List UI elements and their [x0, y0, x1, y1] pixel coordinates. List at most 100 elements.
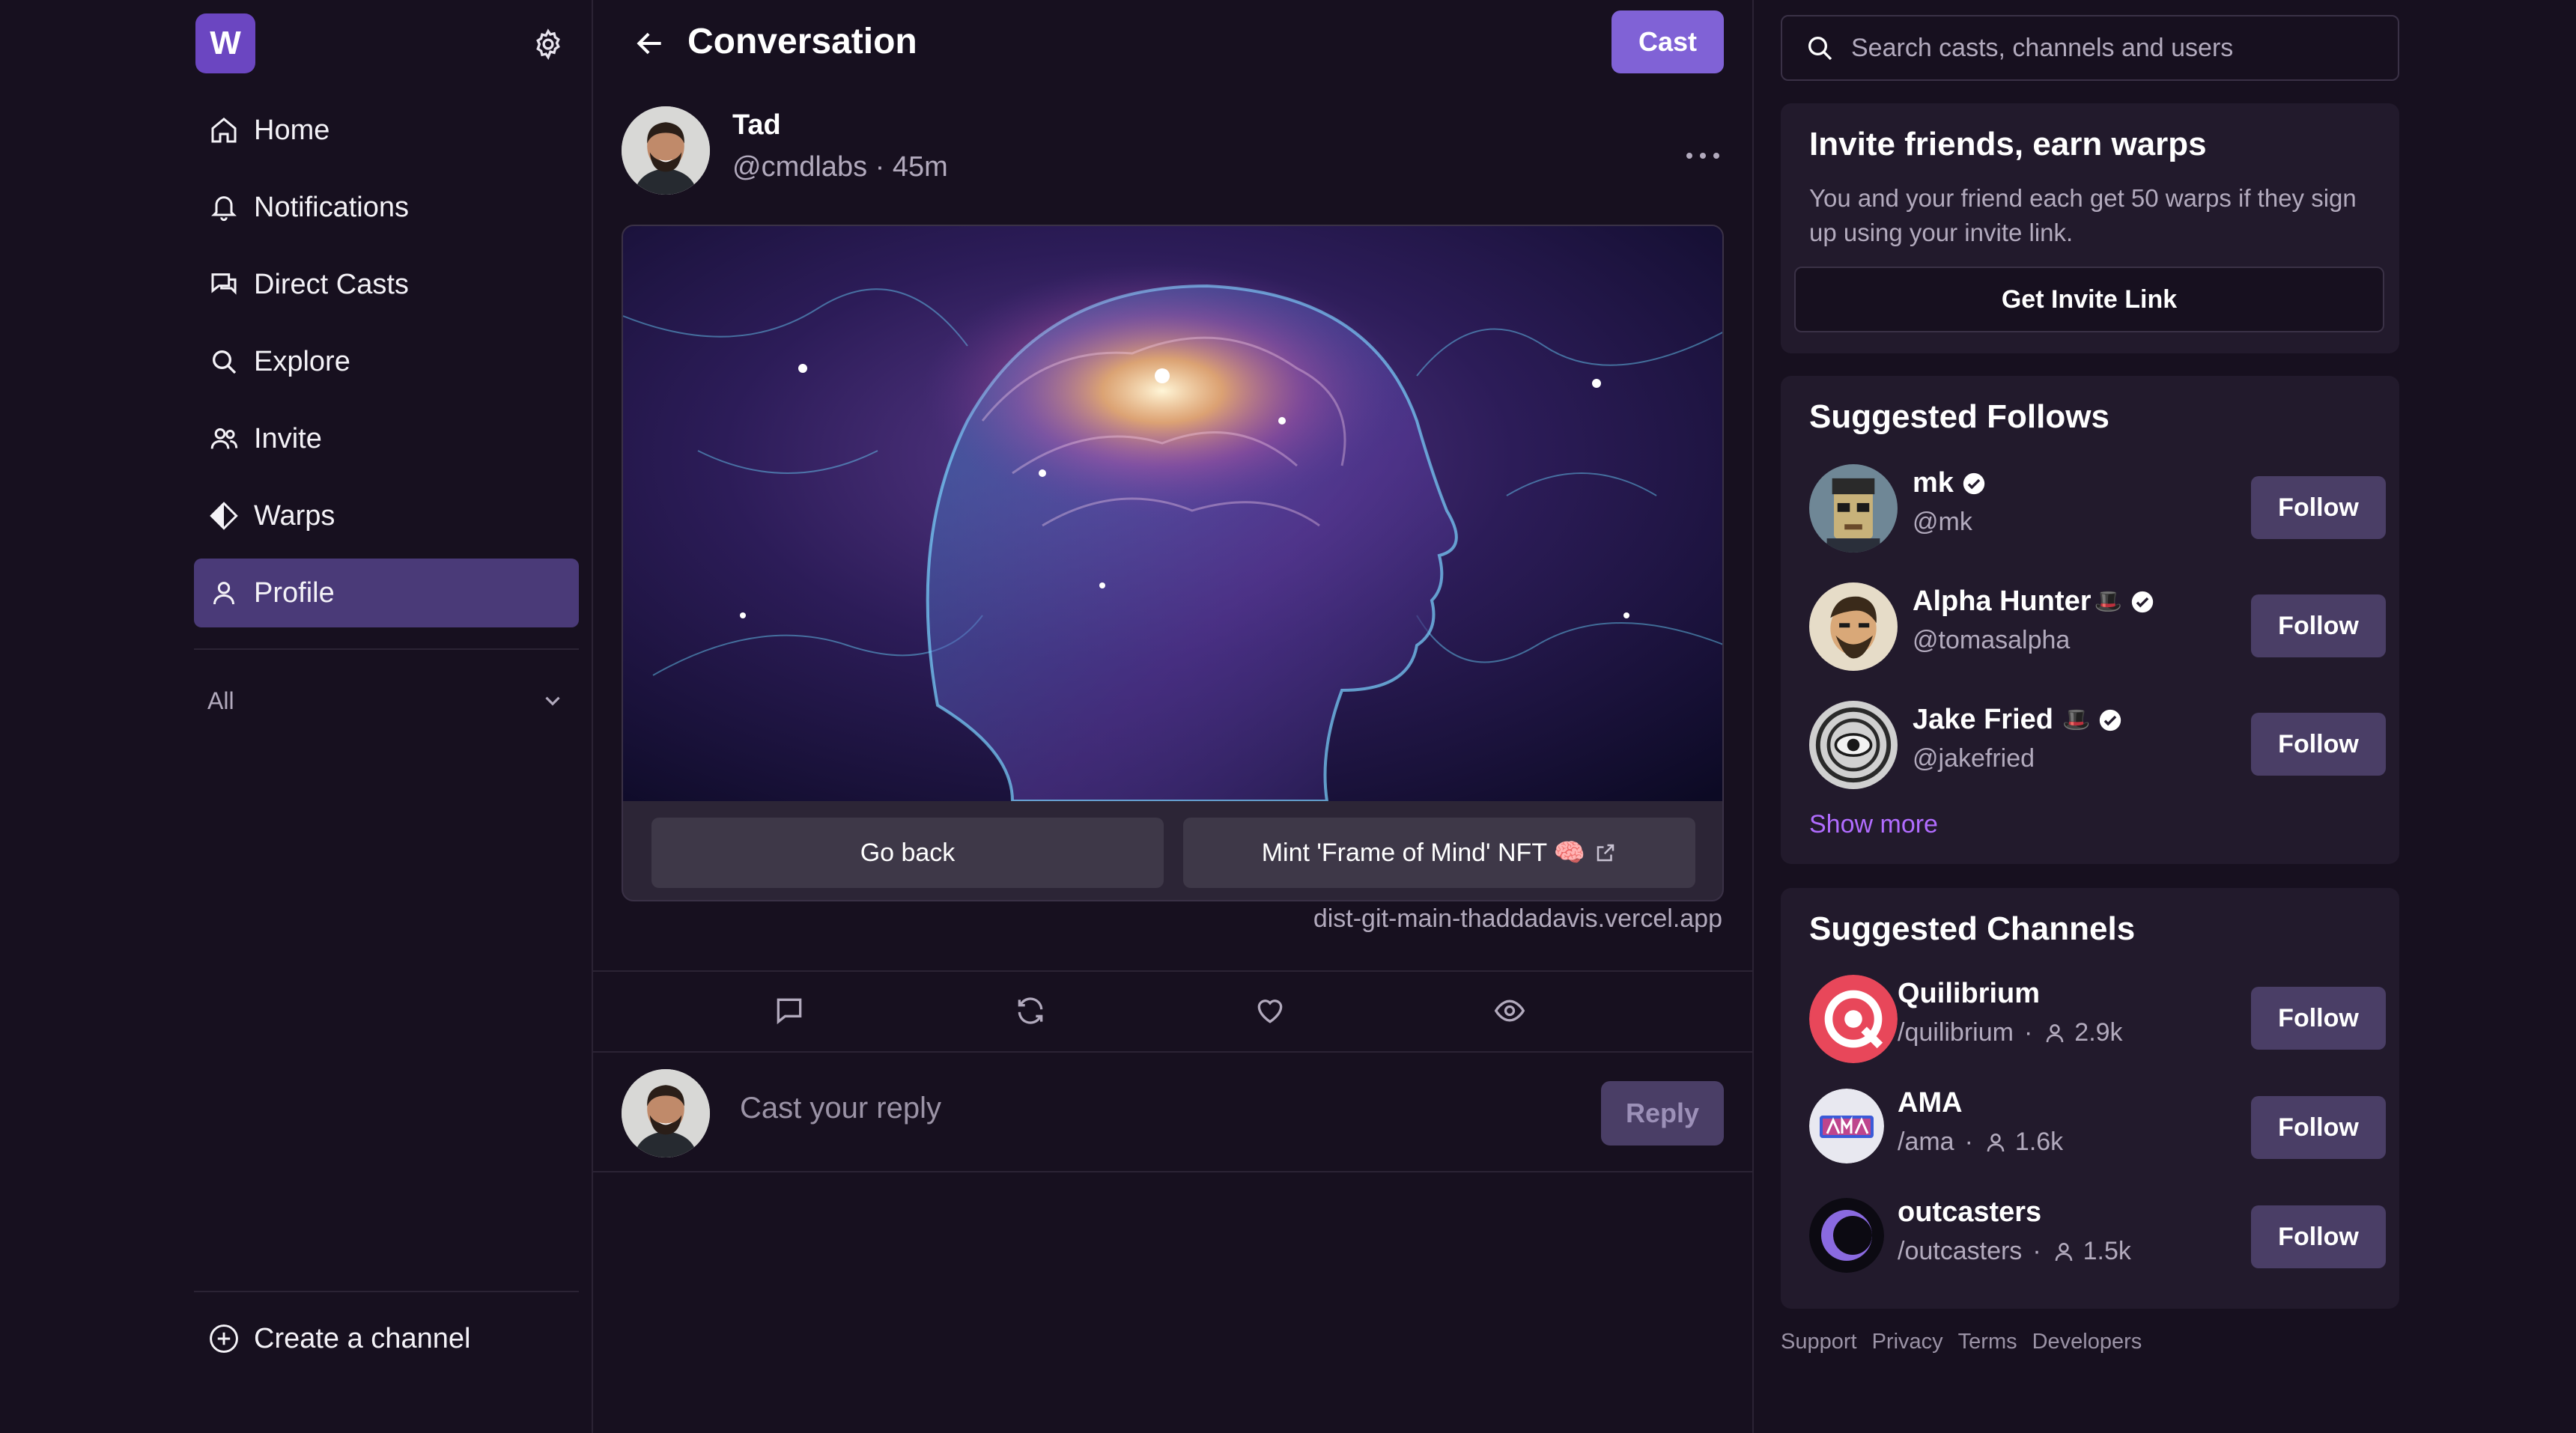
- frame-button-mint[interactable]: Mint 'Frame of Mind' NFT 🧠: [1183, 818, 1695, 888]
- meta-dot: ·: [2032, 1237, 2041, 1265]
- user-name[interactable]: mk: [1913, 467, 1987, 499]
- nav-item-home[interactable]: Home: [194, 96, 579, 165]
- users-icon: [207, 422, 240, 455]
- create-channel-button[interactable]: Create a channel: [194, 1304, 579, 1373]
- user-avatar[interactable]: [1809, 464, 1898, 553]
- feed-filter-select[interactable]: All: [194, 671, 579, 731]
- channel-members: 2.9k: [2074, 1018, 2123, 1047]
- channel-avatar[interactable]: [1809, 975, 1898, 1063]
- bell-icon: [207, 191, 240, 224]
- author-avatar[interactable]: [622, 106, 710, 195]
- reply-input[interactable]: Cast your reply: [740, 1092, 941, 1125]
- show-more-link[interactable]: Show more: [1809, 810, 1938, 839]
- footer-link-terms[interactable]: Terms: [1958, 1330, 2017, 1354]
- author-name[interactable]: Tad: [732, 109, 781, 142]
- reply-comment-icon[interactable]: [773, 994, 806, 1027]
- meta-separator: ·: [867, 151, 893, 183]
- frame-image[interactable]: [623, 226, 1722, 801]
- follow-button[interactable]: Follow: [2251, 713, 2386, 776]
- right-sidebar: Search casts, channels and users Invite …: [1754, 0, 2576, 1433]
- channel-avatar[interactable]: [1809, 1089, 1884, 1163]
- invite-text: You and your friend each get 50 warps if…: [1809, 184, 2357, 246]
- user-icon: [2043, 1021, 2067, 1045]
- user-name[interactable]: Jake Fried 🎩: [1913, 704, 2123, 736]
- channel-row: AMA /ama · 1.6k Follow: [1809, 1084, 2386, 1174]
- follow-button[interactable]: Follow: [2251, 594, 2386, 657]
- verified-badge-icon: [1961, 471, 1987, 496]
- user-name[interactable]: Alpha Hunter 🎩: [1913, 585, 2155, 618]
- search-input[interactable]: Search casts, channels and users: [1781, 15, 2399, 81]
- suggested-channels-title: Suggested Channels: [1809, 910, 2136, 947]
- user-avatar[interactable]: [1809, 582, 1898, 671]
- nav-item-notifications[interactable]: Notifications: [194, 173, 579, 242]
- follow-button[interactable]: Follow: [2251, 1205, 2386, 1268]
- user-name-text: mk: [1913, 467, 1954, 499]
- recast-icon[interactable]: [1014, 994, 1047, 1027]
- cast-frame: Go back Mint 'Frame of Mind' NFT 🧠: [622, 225, 1724, 901]
- nav-item-warps[interactable]: Warps: [194, 481, 579, 550]
- warps-icon: [207, 499, 240, 532]
- author-meta: @cmdlabs · 45m: [732, 151, 948, 183]
- channel-meta: /ama · 1.6k: [1898, 1128, 2063, 1157]
- back-arrow-icon[interactable]: [634, 27, 666, 60]
- footer-link-developers[interactable]: Developers: [2032, 1330, 2142, 1354]
- meta-dot: ·: [1964, 1128, 1973, 1156]
- channel-name[interactable]: Quilibrium: [1898, 978, 2040, 1010]
- like-heart-icon[interactable]: [1254, 994, 1287, 1027]
- suggested-user-row: mk @mk Follow: [1809, 464, 2386, 554]
- chevron-down-icon: [540, 688, 565, 714]
- channel-row: outcasters /outcasters · 1.5k Follow: [1809, 1193, 2386, 1283]
- nav-item-explore[interactable]: Explore: [194, 327, 579, 396]
- footer-link-support[interactable]: Support: [1781, 1330, 1857, 1354]
- follow-button[interactable]: Follow: [2251, 476, 2386, 539]
- nav-label: Warps: [254, 499, 335, 532]
- channel-meta: /outcasters · 1.5k: [1898, 1237, 2131, 1266]
- conversation-column: Conversation Cast Tad @cmdlabs · 45m Go …: [593, 0, 1754, 1433]
- settings-gear-icon[interactable]: [532, 28, 565, 61]
- user-handle: @mk: [1913, 508, 1972, 536]
- more-options-icon[interactable]: [1683, 147, 1722, 165]
- nav-item-profile[interactable]: Profile: [194, 559, 579, 627]
- suggested-channels-card: Suggested Channels Quilibrium /quilibriu…: [1781, 888, 2399, 1309]
- channel-meta: /quilibrium · 2.9k: [1898, 1018, 2123, 1047]
- suggested-user-row: Alpha Hunter 🎩 @tomasalpha Follow: [1809, 582, 2386, 672]
- get-invite-link-button[interactable]: Get Invite Link: [1794, 267, 2384, 332]
- nav-label: Explore: [254, 345, 350, 377]
- follow-button[interactable]: Follow: [2251, 987, 2386, 1050]
- channel-name[interactable]: AMA: [1898, 1087, 1963, 1119]
- channel-handle: /quilibrium: [1898, 1018, 2014, 1047]
- channel-handle: /outcasters: [1898, 1237, 2023, 1265]
- left-sidebar: W Home Notifications Direct Casts Explor…: [0, 0, 593, 1433]
- chat-icon: [207, 268, 240, 301]
- sidebar-divider: [194, 1291, 579, 1292]
- user-name-text: Jake Fried: [1913, 704, 2053, 735]
- author-handle[interactable]: @cmdlabs: [732, 151, 867, 183]
- user-name-text: Alpha Hunter: [1913, 585, 2092, 617]
- channel-row: Quilibrium /quilibrium · 2.9k Follow: [1809, 975, 2386, 1065]
- channel-avatar[interactable]: [1809, 1198, 1884, 1273]
- search-icon: [207, 345, 240, 378]
- user-icon: [2052, 1240, 2076, 1264]
- reply-button[interactable]: Reply: [1601, 1081, 1724, 1146]
- frame-button-go-back[interactable]: Go back: [651, 818, 1164, 888]
- cast-button[interactable]: Cast: [1611, 10, 1724, 73]
- search-placeholder: Search casts, channels and users: [1851, 33, 2234, 62]
- invite-card: Invite friends, earn warps You and your …: [1781, 103, 2399, 353]
- nav-item-direct-casts[interactable]: Direct Casts: [194, 250, 579, 319]
- footer-links: Support Privacy Terms Developers: [1781, 1330, 2157, 1354]
- plus-circle-icon: [207, 1322, 240, 1355]
- user-icon: [207, 576, 240, 609]
- eye-icon[interactable]: [1493, 994, 1526, 1027]
- footer-link-privacy[interactable]: Privacy: [1872, 1330, 1943, 1354]
- follow-button[interactable]: Follow: [2251, 1096, 2386, 1159]
- divider: [593, 970, 1754, 972]
- warpcast-logo[interactable]: W: [195, 13, 255, 73]
- channel-members: 1.6k: [2014, 1128, 2064, 1156]
- suggested-follows-card: Suggested Follows mk @mk Follow Alpha Hu…: [1781, 376, 2399, 864]
- user-avatar[interactable]: [1809, 701, 1898, 789]
- frame-domain[interactable]: dist-git-main-thaddadavis.vercel.app: [1313, 904, 1722, 934]
- channel-name[interactable]: outcasters: [1898, 1196, 2041, 1229]
- search-icon: [1805, 33, 1835, 63]
- nav-item-invite[interactable]: Invite: [194, 404, 579, 473]
- top-hat-icon: 🎩: [2062, 708, 2091, 732]
